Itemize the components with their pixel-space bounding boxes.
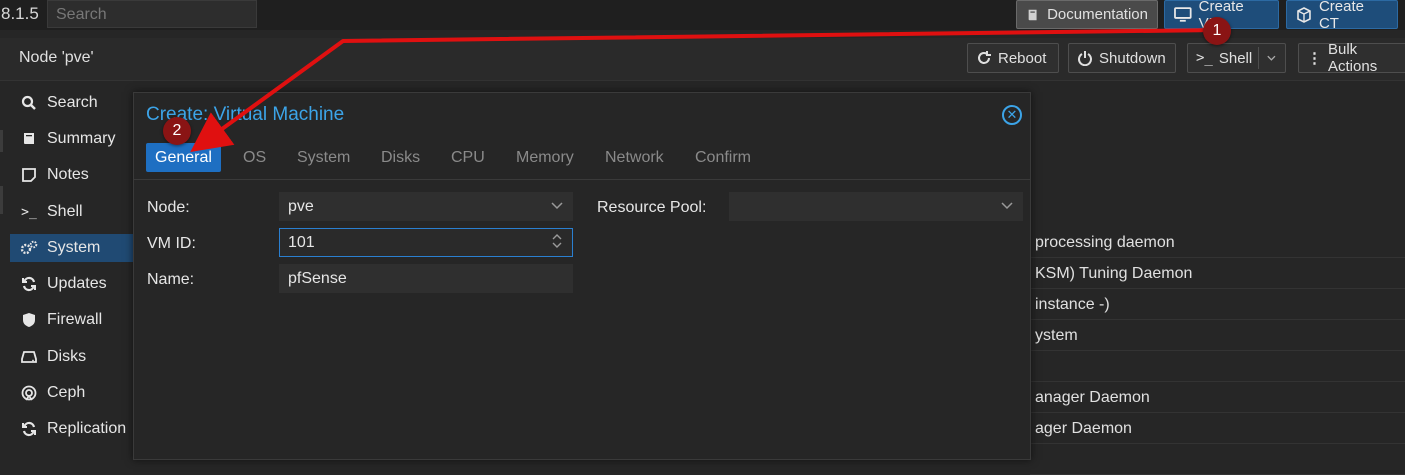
- sidebar-item-label: Replication: [47, 420, 127, 437]
- node-label: Node:: [147, 199, 190, 216]
- sidebar-item-firewall[interactable]: Firewall: [10, 306, 133, 334]
- resource-pool-select[interactable]: [729, 192, 1023, 221]
- sidebar: Search Summary Notes >_ Shell System Upd…: [0, 86, 133, 460]
- book-icon: [1028, 9, 1037, 20]
- tab-memory[interactable]: Memory: [507, 143, 583, 172]
- ellipsis-vertical-icon: ⋮: [1307, 50, 1322, 67]
- tab-divider: [134, 179, 1030, 180]
- service-row[interactable]: ystem: [1030, 320, 1405, 351]
- create-ct-button[interactable]: Create CT: [1286, 0, 1398, 32]
- sidebar-item-label: System: [47, 239, 101, 256]
- shutdown-label: Shutdown: [1099, 49, 1166, 67]
- shell-label: Shell: [1218, 49, 1253, 67]
- sidebar-item-label: Search: [47, 94, 98, 111]
- sidebar-item-label: Updates: [47, 275, 107, 292]
- chevron-down-icon: [551, 202, 563, 210]
- tab-disks[interactable]: Disks: [372, 143, 429, 172]
- sidebar-item-ceph[interactable]: Ceph: [10, 379, 133, 407]
- sidebar-item-label: Notes: [47, 166, 89, 183]
- sidebar-item-summary[interactable]: Summary: [10, 125, 133, 153]
- reboot-icon: [978, 51, 991, 64]
- sidebar-item-label: Shell: [47, 203, 83, 220]
- terminal-icon: >_: [21, 204, 37, 220]
- refresh-icon: [20, 275, 38, 293]
- ceph-icon: [20, 384, 38, 402]
- top-bar: 8.1.5 Search Documentation Create VM Cre…: [0, 0, 1405, 32]
- name-label: Name:: [147, 271, 195, 288]
- tab-confirm[interactable]: Confirm: [686, 143, 760, 172]
- chevron-down-icon[interactable]: [1266, 52, 1277, 64]
- step-badge-1: 1: [1203, 17, 1231, 45]
- shell-button[interactable]: >_ Shell: [1187, 43, 1286, 73]
- node-select[interactable]: pve: [279, 192, 573, 221]
- create-vm-dialog: Create: Virtual Machine ✕ General OS Sys…: [133, 92, 1031, 460]
- service-row[interactable]: ager Daemon: [1030, 413, 1405, 444]
- sidebar-item-notes[interactable]: Notes: [10, 161, 133, 189]
- sidebar-item-replication[interactable]: Replication: [10, 415, 133, 443]
- service-row[interactable]: processing daemon: [1030, 227, 1405, 258]
- service-row[interactable]: anager Daemon: [1030, 382, 1405, 413]
- replication-icon: [20, 420, 38, 438]
- sidebar-item-search[interactable]: Search: [10, 89, 133, 117]
- spinner-arrows-icon[interactable]: [550, 234, 564, 248]
- shield-icon: [20, 311, 38, 329]
- power-icon: [1078, 51, 1092, 66]
- monitor-icon: [1174, 6, 1192, 22]
- search-placeholder: Search: [56, 6, 107, 23]
- notes-icon: [20, 166, 38, 184]
- bulk-actions-button[interactable]: ⋮ Bulk Actions: [1298, 41, 1405, 75]
- reboot-button[interactable]: Reboot: [967, 43, 1059, 73]
- close-icon[interactable]: ✕: [1002, 105, 1022, 125]
- version-label: 8.1.5: [1, 4, 39, 23]
- bulk-actions-label: Bulk Actions: [1328, 41, 1378, 75]
- terminal-icon: >_: [1196, 50, 1213, 66]
- node-value: pve: [288, 198, 314, 215]
- service-row[interactable]: instance -): [1030, 289, 1405, 320]
- tab-network[interactable]: Network: [596, 143, 673, 172]
- service-row[interactable]: [1030, 351, 1405, 382]
- book-icon: [20, 130, 38, 148]
- search-input[interactable]: Search: [47, 0, 257, 28]
- documentation-label: Documentation: [1047, 6, 1148, 23]
- sidebar-item-disks[interactable]: Disks: [10, 343, 133, 371]
- sidebar-item-updates[interactable]: Updates: [10, 270, 133, 298]
- cube-icon: [1297, 6, 1311, 23]
- vmid-value: 101: [288, 234, 315, 251]
- collapse-handle[interactable]: [0, 186, 3, 214]
- node-header: Node 'pve' Reboot Shutdown >_ Shell ⋮ Bu…: [0, 38, 1405, 81]
- resource-pool-label: Resource Pool:: [597, 199, 707, 216]
- sidebar-item-label: Firewall: [47, 311, 103, 328]
- name-field[interactable]: pfSense: [279, 264, 573, 293]
- sidebar-item-label: Ceph: [47, 384, 86, 401]
- tab-cpu[interactable]: CPU: [442, 143, 494, 172]
- sidebar-item-system[interactable]: System: [10, 234, 133, 262]
- reboot-label: Reboot: [998, 49, 1047, 67]
- documentation-button[interactable]: Documentation: [1016, 0, 1158, 29]
- tab-os[interactable]: OS: [234, 143, 275, 172]
- vmid-label: VM ID:: [147, 235, 196, 252]
- service-row[interactable]: KSM) Tuning Daemon: [1030, 258, 1405, 289]
- step-badge-2: 2: [163, 117, 191, 145]
- page-title: Node 'pve': [19, 49, 94, 66]
- shutdown-button[interactable]: Shutdown: [1068, 43, 1176, 73]
- sidebar-item-shell[interactable]: >_ Shell: [10, 198, 133, 226]
- vmid-spinner[interactable]: 101: [279, 228, 573, 257]
- disk-icon: [20, 348, 38, 366]
- sidebar-item-label: Disks: [47, 348, 87, 365]
- name-value: pfSense: [288, 270, 347, 287]
- gears-icon: [20, 239, 38, 257]
- search-icon: [20, 94, 38, 112]
- create-ct-label: Create CT: [1318, 0, 1364, 32]
- chevron-down-icon: [1001, 202, 1013, 210]
- split-divider: [1258, 47, 1259, 69]
- tab-general[interactable]: General: [146, 143, 221, 172]
- tab-system[interactable]: System: [288, 143, 359, 172]
- sidebar-item-label: Summary: [47, 130, 116, 147]
- collapse-handle[interactable]: [0, 130, 3, 152]
